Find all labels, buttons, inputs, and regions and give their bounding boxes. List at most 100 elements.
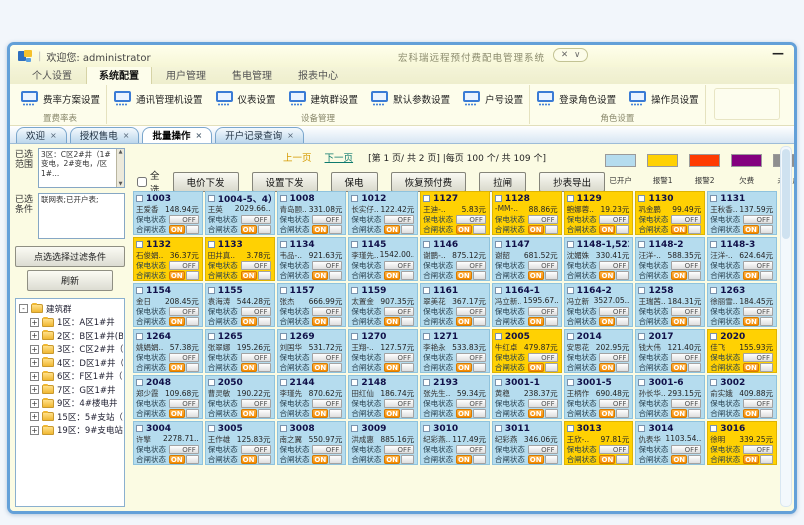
meter-card[interactable]: 3014 仇表华 1103.54.. 保电状态 OFF 合闸状态	[635, 421, 705, 465]
meter-card[interactable]: 1131 王秋香.. 137.59元 保电状态 OFF 合闸状态	[707, 191, 777, 235]
expand-box-icon[interactable]: +	[30, 331, 39, 340]
card-checkbox[interactable]	[710, 195, 717, 202]
card-checkbox[interactable]	[208, 195, 215, 202]
ribbon-button[interactable]: 建筑群设置	[288, 91, 359, 106]
tree-item[interactable]: + 3区：C区2#井（1#变...	[19, 343, 123, 357]
card-checkbox[interactable]	[208, 333, 215, 340]
expand-box-icon[interactable]: +	[30, 358, 39, 367]
card-checkbox[interactable]	[638, 241, 645, 248]
minimize-icon[interactable]: —	[772, 46, 784, 60]
card-checkbox[interactable]	[423, 425, 430, 432]
tree-item[interactable]: + 15区：5#支站（3#支...	[19, 410, 123, 424]
card-checkbox[interactable]	[423, 241, 430, 248]
expand-box-icon[interactable]: +	[30, 399, 39, 408]
ribbon-button[interactable]: 费率方案设置	[20, 91, 100, 106]
card-checkbox[interactable]	[495, 425, 502, 432]
selected-range-box[interactable]: 3区：C区2#井（1#变电，2#变电，/区1#... ▲ ▼	[38, 148, 125, 188]
tree-item[interactable]: + 1区：A区1#井	[19, 316, 123, 330]
card-checkbox[interactable]	[136, 195, 143, 202]
card-checkbox[interactable]	[351, 241, 358, 248]
ribbon-button[interactable]: 户号设置	[462, 91, 523, 106]
expand-box-icon[interactable]: +	[30, 385, 39, 394]
ribbon-button[interactable]: 操作员设置	[628, 91, 699, 106]
ribbon-button[interactable]: 仪表设置	[215, 91, 276, 106]
meter-card[interactable]: 1133 田井真.. 3.78元 保电状态 OFF 合闸状态	[205, 237, 275, 281]
meter-card[interactable]: 1012 长实仔.. 122.42元 保电状态 OFF 合闸状态	[348, 191, 418, 235]
meter-card[interactable]: 2148 田红仙 186.74元 保电状态 OFF 合闸状态	[348, 375, 418, 419]
meter-card[interactable]: 1263 徐丽雪.. 184.45元 保电状态 OFF 合闸状态	[707, 283, 777, 327]
card-checkbox[interactable]	[351, 333, 358, 340]
close-icon[interactable]: ×	[195, 131, 202, 140]
card-checkbox[interactable]	[351, 425, 358, 432]
card-checkbox[interactable]	[280, 195, 287, 202]
meter-card[interactable]: 1003 王爱香 148.94元 保电状态 OFF 合闸状态	[133, 191, 203, 235]
expand-box-icon[interactable]: +	[30, 345, 39, 354]
expand-box-icon[interactable]: +	[30, 318, 39, 327]
meter-card[interactable]: 2144 李瑾先 870.62元 保电状态 OFF 合闸状态	[277, 375, 347, 419]
document-tab[interactable]: 开户记录查询 ×	[215, 127, 304, 143]
card-checkbox[interactable]	[495, 287, 502, 294]
action-button[interactable]: 恢复预付费	[391, 172, 467, 192]
card-checkbox[interactable]	[208, 287, 215, 294]
card-checkbox[interactable]	[208, 241, 215, 248]
meter-card[interactable]: 1148-3 汪洋-.. 624.64元 保电状态 OFF 合闸状态	[707, 237, 777, 281]
meter-card[interactable]: 3001-1 黄稳 238.37元 保电状态 OFF 合闸状态	[492, 375, 562, 419]
meter-card[interactable]: 2050 曹灵敏 190.22元 保电状态 OFF 合闸状态	[205, 375, 275, 419]
card-checkbox[interactable]	[280, 241, 287, 248]
meter-card[interactable]: 3013 王欣-.. 97.81元 保电状态 OFF 合闸状态	[564, 421, 634, 465]
card-checkbox[interactable]	[710, 333, 717, 340]
tree-item[interactable]: + 4区：D区1#井（D区1...	[19, 356, 123, 370]
scrollbar-thumb[interactable]	[782, 149, 790, 239]
card-checkbox[interactable]	[710, 287, 717, 294]
card-checkbox[interactable]	[136, 333, 143, 340]
ribbon-tab[interactable]: 售电管理	[220, 66, 284, 84]
ribbon-button[interactable]: 通讯管理机设置	[113, 91, 203, 106]
collapse-icon[interactable]: ✕	[561, 50, 568, 60]
action-button[interactable]: 保电	[331, 172, 378, 192]
meter-card[interactable]: 1155 袁海涛 544.28元 保电状态 OFF 合闸状态	[205, 283, 275, 327]
meter-card[interactable]: 3001-5 王柄作 690.48元 保电状态 OFF 合闸状态	[564, 375, 634, 419]
meter-card[interactable]: 3005 王作雄 125.83元 保电状态 OFF 合闸状态	[205, 421, 275, 465]
tree-item[interactable]: + 6区：F区1#井（F区1#...	[19, 370, 123, 384]
meter-card[interactable]: 2193 张先生.. 59.34元 保电状态 OFF 合闸状态	[420, 375, 490, 419]
ribbon-tab[interactable]: 用户管理	[154, 66, 218, 84]
scroll-down-icon[interactable]: ▼	[119, 181, 123, 187]
meter-card[interactable]: 1008 青岛颐.. 331.08元 保电状态 OFF 合闸状态	[277, 191, 347, 235]
card-checkbox[interactable]	[638, 287, 645, 294]
card-checkbox[interactable]	[567, 195, 574, 202]
meter-card[interactable]: 1164-1 冯立新.. 1595.67.. 保电状态 OFF 合闸状态	[492, 283, 562, 327]
card-checkbox[interactable]	[638, 195, 645, 202]
card-checkbox[interactable]	[280, 333, 287, 340]
meter-card[interactable]: 1154 金日 208.45元 保电状态 OFF 合闸状态	[133, 283, 203, 327]
meter-card[interactable]: 3008 南之翼 550.97元 保电状态 OFF 合闸状态	[277, 421, 347, 465]
action-button[interactable]: 设置下发	[252, 172, 318, 192]
meter-card[interactable]: 1271 李艳永 533.83元 保电状态 OFF 合闸状态	[420, 329, 490, 373]
action-button[interactable]: 电价下发	[173, 172, 239, 192]
meter-card[interactable]: 3010 纪彩燕.. 117.49元 保电状态 OFF 合闸状态	[420, 421, 490, 465]
select-all-checkbox[interactable]	[137, 177, 147, 187]
tree-item[interactable]: + 9区：4#楼电井（4#楼...	[19, 397, 123, 411]
card-checkbox[interactable]	[710, 425, 717, 432]
meter-card[interactable]: 3001-6 孙长华.. 293.15元 保电状态 OFF 合闸状态	[635, 375, 705, 419]
meter-card[interactable]: 1004-5、4）一 王英 2029.66.. 保电状态 OFF 合闸状态	[205, 191, 275, 235]
tree-item[interactable]: + 7区：G区1#井	[19, 383, 123, 397]
card-checkbox[interactable]	[351, 287, 358, 294]
card-checkbox[interactable]	[567, 333, 574, 340]
card-checkbox[interactable]	[280, 287, 287, 294]
card-checkbox[interactable]	[280, 379, 287, 386]
card-checkbox[interactable]	[351, 195, 358, 202]
meter-card[interactable]: 1265 张翠娜 195.26元 保电状态 OFF 合闸状态	[205, 329, 275, 373]
expand-box-icon[interactable]: +	[30, 412, 39, 421]
meter-card[interactable]: 1134 韦品-.. 921.63元 保电状态 OFF 合闸状态	[277, 237, 347, 281]
meter-card[interactable]: 1127 王迪-.. 5.83元 保电状态 OFF 合闸状态	[420, 191, 490, 235]
meter-card[interactable]: 1145 李瑾先.. 1542.00.. 保电状态 OFF 合闸状态	[348, 237, 418, 281]
meter-card[interactable]: 2005 牛红卓 479.87元 保电状态 OFF 合闸状态	[492, 329, 562, 373]
card-checkbox[interactable]	[495, 379, 502, 386]
card-checkbox[interactable]	[423, 379, 430, 386]
meter-card[interactable]: 1164-2 冯立新 3527.05.. 保电状态 OFF 合闸状态	[564, 283, 634, 327]
card-checkbox[interactable]	[423, 333, 430, 340]
card-checkbox[interactable]	[638, 379, 645, 386]
action-button[interactable]: 拉闸	[479, 172, 526, 192]
meter-card[interactable]: 1147 谢韶 681.52元 保电状态 OFF 合闸状态	[492, 237, 562, 281]
meter-card[interactable]: 3002 俞实娥 409.88元 保电状态 OFF 合闸状态	[707, 375, 777, 419]
